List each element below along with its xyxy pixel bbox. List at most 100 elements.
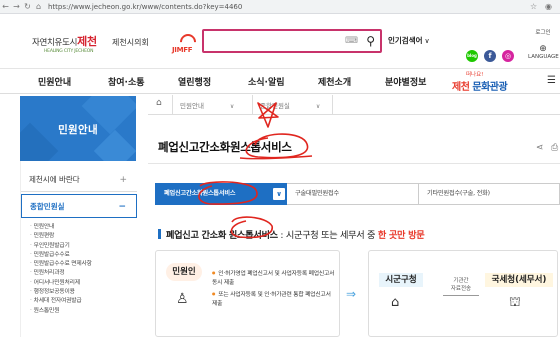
- language-label: LANGUAGE: [528, 54, 559, 60]
- festival-logo[interactable]: JIMFF: [172, 30, 202, 60]
- site-header: 자연치유도시제천 HEALING CITY JECHEON 제천시의회 JIMF…: [0, 14, 560, 68]
- login-label: 로그인: [535, 30, 551, 36]
- sub-item[interactable]: 민원편람: [21, 232, 137, 241]
- instagram-icon[interactable]: ◎: [502, 50, 514, 62]
- gov-office-label: 시군구청: [379, 273, 423, 287]
- council-link[interactable]: 제천시의회: [112, 37, 149, 48]
- plus-icon: +: [119, 175, 127, 185]
- transfer-arrow: [443, 295, 479, 296]
- nav-item-open-admin[interactable]: 열린행정: [178, 75, 211, 88]
- home-icon[interactable]: ⌂: [156, 98, 162, 108]
- main-nav: 민원안내 참여·소통 열린행정 소식·알림 제천소개 분야별정보 떠나요! 제천…: [0, 68, 560, 94]
- sidebar-item-label: 제천시에 바란다: [29, 175, 80, 184]
- browser-address-bar: ← → ↻ ⌂ https://www.jecheon.go.kr/www/co…: [0, 0, 560, 14]
- divider: [148, 163, 560, 164]
- sidebar-item-suggestion[interactable]: 제천시에 바란다 +: [21, 168, 137, 192]
- search-icon[interactable]: ⚲: [366, 34, 375, 48]
- breadcrumb-level1[interactable]: 민원안내 ∨: [180, 100, 234, 110]
- popular-search[interactable]: 인기검색어 ∨: [388, 35, 430, 46]
- menu-icon[interactable]: ☰: [547, 75, 556, 86]
- reload-icon[interactable]: ↻: [22, 2, 33, 11]
- url-field[interactable]: https://www.jecheon.go.kr/www/contents.d…: [48, 3, 242, 11]
- tab-other-civil[interactable]: 기타민원접수(구술, 전화): [419, 183, 560, 205]
- double-arrow-icon: ⇒: [346, 287, 356, 301]
- profile-icon[interactable]: ◉: [545, 2, 552, 11]
- chevron-down-icon: ∨: [315, 103, 321, 110]
- flow-agency-box: 시군구청 ⌂ 기관간 자료전송 국세청(세무서) ⛫: [368, 250, 558, 337]
- chevron-down-icon: ∨: [424, 37, 430, 45]
- divider: [172, 95, 173, 115]
- nav-item-participation[interactable]: 참여·소통: [108, 75, 145, 88]
- minus-icon: −: [118, 202, 126, 212]
- language-button[interactable]: ⊕ LANGUAGE: [528, 44, 559, 60]
- sub-item[interactable]: 무인민원발급기: [21, 242, 137, 251]
- section-heading-middle: : 시군구청 또는 세무서 중: [277, 230, 378, 241]
- logo-slogan: HEALING CITY JECHEON: [44, 49, 94, 54]
- share-icon[interactable]: ⋖: [536, 143, 544, 153]
- section-heading-prefix: 폐업신고 간소화 원스톱서비스: [166, 230, 278, 241]
- breadcrumb-level2[interactable]: 종합민원실 ∨: [260, 100, 320, 110]
- keyboard-icon[interactable]: ⌨: [345, 36, 358, 46]
- sub-item[interactable]: 어디서나민원처리제: [21, 279, 137, 288]
- forward-icon[interactable]: →: [11, 2, 22, 11]
- nav-item-civil[interactable]: 민원안내: [38, 75, 71, 88]
- tab-closure-onestop[interactable]: 폐업신고간소화원스톱서비스 ∨: [155, 183, 287, 205]
- breadcrumb: ⌂ 민원안내 ∨ 종합민원실 ∨: [148, 95, 560, 115]
- home-icon[interactable]: ⌂: [33, 2, 44, 11]
- star-icon[interactable]: ☆: [530, 2, 537, 11]
- citizen-label: 민원인: [166, 263, 202, 281]
- city-logo[interactable]: 자연치유도시제천 HEALING CITY JECHEON: [32, 33, 97, 54]
- facebook-icon[interactable]: f: [484, 50, 496, 62]
- tab-label: 폐업신고간소화원스톱서비스: [164, 190, 236, 197]
- sidebar-menu: 제천시에 바란다 + 종합민원실 − 민원안내 민원편람 무인민원발급기 민원발…: [20, 161, 137, 337]
- transfer-line2: 자료전송: [450, 286, 472, 292]
- section-heading: 폐업신고 간소화 원스톱서비스 : 시군구청 또는 세무서 중 한 곳만 방문: [158, 227, 425, 241]
- bank-icon: ⛫: [509, 295, 521, 310]
- data-transfer-label: 기관간 자료전송: [443, 277, 479, 296]
- sidebar-sub-list: 민원안내 민원편람 무인민원발급기 민원발급수수료 민원발급수수료 면제사항 민…: [21, 223, 137, 316]
- tax-office-label: 국세청(세무서): [485, 273, 553, 287]
- content-tabs: 폐업신고간소화원스톱서비스 ∨ 구술대필민원접수 기타민원접수(구술, 전화): [155, 183, 560, 205]
- sub-item[interactable]: 민원발급수수료 면제사항: [21, 260, 137, 269]
- tourism-banner[interactable]: 떠나요! 제천 문화관광: [452, 70, 508, 93]
- logo-prefix: 자연치유도시: [32, 38, 78, 48]
- sub-item[interactable]: 민원발급수수료: [21, 251, 137, 260]
- desc-item: 또는 사업자등록 및 인·허가관련 통합 폐업신고서 제출: [212, 289, 337, 310]
- tourism-prefix: 제천: [452, 82, 470, 93]
- divider: [332, 95, 333, 115]
- citizen-description: 인·허가영업 폐업신고서 및 사업자등록 폐업신고서 동시 제출 또는 사업자등…: [212, 268, 337, 309]
- person-icon: ♙: [176, 291, 189, 307]
- desc-item: 인·허가영업 폐업신고서 및 사업자등록 폐업신고서 동시 제출: [212, 268, 337, 289]
- search-box[interactable]: ⌨ ⚲: [202, 29, 382, 53]
- globe-icon: ⊕: [539, 44, 547, 54]
- tab-oral-proxy[interactable]: 구술대필민원접수: [287, 183, 419, 205]
- popular-search-label: 인기검색어: [388, 36, 423, 45]
- sub-item[interactable]: 민원안내: [21, 223, 137, 232]
- sidebar-title: 민원안내: [58, 124, 98, 136]
- blog-icon[interactable]: blog: [466, 50, 478, 62]
- sub-item[interactable]: 민원처리과정: [21, 269, 137, 278]
- tourism-main: 문화관광: [472, 82, 508, 93]
- nav-item-news[interactable]: 소식·알림: [248, 75, 285, 88]
- sub-item[interactable]: 원스톱민원: [21, 307, 137, 316]
- tab-label: 기타민원접수(구술, 전화): [427, 190, 490, 197]
- chevron-down-icon: ∨: [229, 103, 235, 110]
- section-heading-highlight: 한 곳만 방문: [377, 230, 425, 241]
- sidebar-item-civil-office[interactable]: 종합민원실 −: [21, 194, 137, 218]
- breadcrumb-level1-label: 민원안내: [180, 102, 204, 110]
- sub-item[interactable]: 차세대 전자여권발급: [21, 297, 137, 306]
- print-icon[interactable]: ⎙: [551, 143, 558, 153]
- flow-citizen-box: 민원인 ♙ 인·허가영업 폐업신고서 및 사업자등록 폐업신고서 동시 제출 또…: [155, 250, 340, 337]
- breadcrumb-level2-label: 종합민원실: [260, 102, 290, 110]
- sub-item[interactable]: 행정정보공동이용: [21, 288, 137, 297]
- heading-bar: [158, 229, 161, 239]
- page-title: 폐업신고간소화원스톱서비스: [158, 140, 292, 154]
- transfer-line1: 기관간: [453, 278, 469, 284]
- sidebar-banner: 민원안내: [20, 96, 136, 161]
- logo-city-name: 제천: [77, 35, 97, 48]
- nav-item-about[interactable]: 제천소개: [318, 75, 351, 88]
- nav-item-fields[interactable]: 분야별정보: [385, 75, 426, 88]
- sidebar-item-label: 종합민원실: [30, 202, 65, 211]
- login-link[interactable]: 로그인: [528, 28, 558, 36]
- back-icon[interactable]: ←: [0, 2, 11, 11]
